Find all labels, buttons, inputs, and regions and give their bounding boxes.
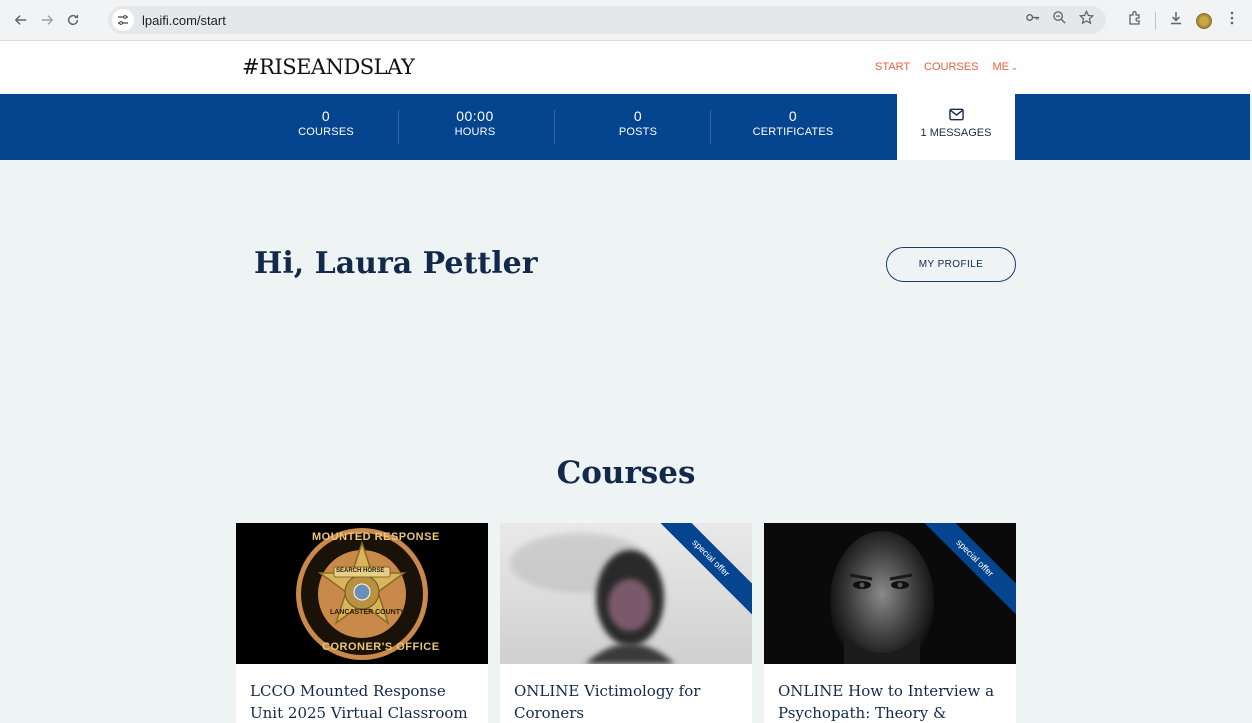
course-thumbnail[interactable]: special offer (500, 523, 752, 664)
my-profile-button[interactable]: MY PROFILE (886, 247, 1016, 282)
stat-hours[interactable]: 00:00 HOURS (398, 94, 552, 160)
course-card[interactable]: special offer ONLINE How to Interview a … (764, 523, 1016, 723)
course-title-line: ONLINE Victimology for (514, 682, 701, 700)
stat-divider (554, 110, 555, 144)
chevron-down-icon: ⌄ (1008, 63, 1018, 72)
stat-posts[interactable]: 0 POSTS (561, 94, 715, 160)
stat-value: 0 (633, 108, 643, 124)
main-nav: START COURSES ME ⌄ (875, 61, 1018, 73)
special-offer-ribbon: special offer (650, 523, 752, 619)
course-thumbnail[interactable]: special offer (764, 523, 1016, 664)
nav-start[interactable]: START (875, 61, 910, 73)
site-info-icon[interactable] (112, 9, 134, 31)
stat-label: HOURS (454, 126, 496, 138)
course-title[interactable]: LCCO Mounted Response Unit 2025 Virtual … (236, 664, 488, 723)
stat-courses[interactable]: 0 COURSES (249, 94, 403, 160)
extension-badge-icon[interactable] (1196, 12, 1212, 29)
course-title-line: ONLINE How to Interview a (778, 682, 995, 700)
bookmark-star-icon[interactable] (1078, 9, 1095, 30)
key-icon[interactable] (1025, 10, 1040, 30)
course-card[interactable]: special offer ONLINE Victimology for Cor… (500, 523, 752, 723)
envelope-icon (948, 108, 964, 121)
url-text: lpaifi.com/start (142, 12, 226, 28)
course-title-line: Psychopath: Theory & (778, 704, 947, 722)
extensions-icon[interactable] (1127, 10, 1143, 31)
stat-certificates[interactable]: 0 CERTIFICATES (716, 94, 870, 160)
greeting-heading: Hi, Laura Pettler (254, 246, 538, 281)
ribbon-container: special offer (764, 523, 1016, 664)
site-header: #RISEANDSLAY START COURSES ME ⌄ (0, 41, 1252, 94)
course-title-line: LCCO Mounted Response (250, 682, 446, 700)
badge-text-top: MOUNTED RESPONSE (312, 531, 440, 543)
stat-value: 0 (788, 108, 798, 124)
stat-label: CERTIFICATES (752, 126, 834, 138)
stat-value: 00:00 (456, 108, 494, 124)
stats-bar: 0 COURSES 00:00 HOURS 0 POSTS 0 CERTIFIC… (0, 94, 1250, 160)
course-title-line: Unit 2025 Virtual Classroom (250, 704, 468, 722)
nav-me-label: ME (992, 61, 1009, 73)
course-card[interactable]: MOUNTED RESPONSE SEARCH HORSE LANCASTER … (236, 523, 488, 723)
badge-text-bottom: CORONER'S OFFICE (322, 641, 440, 653)
badge-text-center: LANCASTER COUNTY (330, 609, 405, 616)
badge-text-left: SEARCH HORSE (336, 568, 385, 574)
special-offer-ribbon: special offer (914, 523, 1016, 619)
zoom-icon[interactable] (1052, 10, 1067, 30)
forward-icon[interactable] (34, 7, 60, 33)
messages-tab[interactable]: 1 MESSAGES (897, 94, 1015, 160)
course-thumbnail[interactable]: MOUNTED RESPONSE SEARCH HORSE LANCASTER … (236, 523, 488, 664)
courses-heading: Courses (556, 455, 696, 491)
stat-label: COURSES (298, 126, 354, 138)
site-logo[interactable]: #RISEANDSLAY (242, 55, 415, 79)
course-title-line: Coroners (514, 704, 585, 722)
menu-dots-icon[interactable] (1224, 10, 1240, 31)
download-icon[interactable] (1168, 10, 1184, 31)
back-icon[interactable] (8, 7, 34, 33)
reload-icon[interactable] (60, 7, 86, 33)
course-title[interactable]: ONLINE Victimology for Coroners (500, 664, 752, 723)
toolbar-separator (1155, 11, 1156, 30)
stat-divider (710, 110, 711, 144)
stat-label: POSTS (618, 126, 658, 138)
stat-value: 0 (321, 108, 331, 124)
nav-me[interactable]: ME ⌄ (992, 61, 1017, 73)
messages-label: 1 MESSAGES (920, 127, 992, 139)
nav-courses[interactable]: COURSES (924, 61, 978, 73)
ribbon-container: special offer (500, 523, 752, 664)
course-title[interactable]: ONLINE How to Interview a Psychopath: Th… (764, 664, 1016, 723)
address-bar[interactable]: lpaifi.com/start (108, 6, 1106, 34)
browser-toolbar: lpaifi.com/start (0, 0, 1252, 41)
